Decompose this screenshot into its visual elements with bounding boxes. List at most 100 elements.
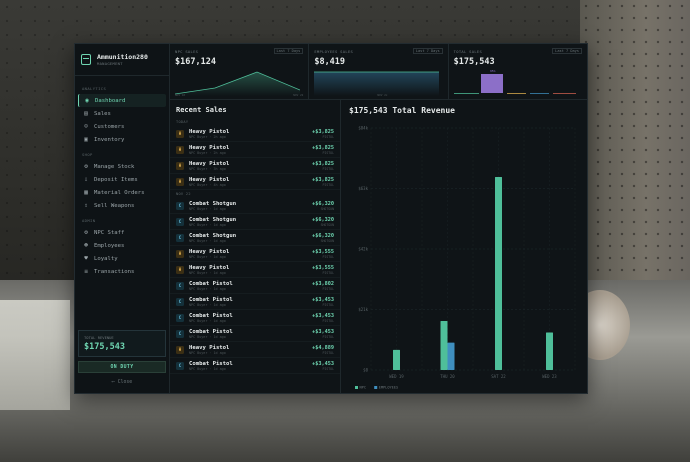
sale-amount: +$3,453 [312,296,334,303]
sale-category: PISTOL [322,166,334,171]
total-sales-bar-label: 95% [490,69,496,73]
sale-amount: +$3,825 [312,176,334,183]
sidebar-item-label: Sell Weapons [94,202,135,209]
total-revenue-value: $175,543 [84,342,125,352]
sale-amount: +$3,825 [312,160,334,167]
sidebar-item-deposit-items[interactable]: ⇩ Deposit Items [78,173,166,186]
total-sales-range[interactable]: Last 7 Days [552,48,582,54]
sidebar-item-employees[interactable]: ☻ Employees [78,239,166,252]
sale-amount: +$3,555 [312,264,334,271]
sales-group-label: TODAY [176,120,189,124]
sell-icon: ⇪ [84,202,88,209]
close-button[interactable]: ⟵ Close [78,377,166,387]
shotgun-icon: C [176,313,184,322]
bar-npc-sat-22 [495,176,502,370]
npc-sales-label: NPC SALES [175,48,199,54]
sale-category: PISTOL [322,182,334,187]
sidebar-nav: ANALYTICS ◉ Dashboard ▤ Sales ☺ Customers ▣ Inve… [75,76,169,326]
x-tick-label: WED 23 [542,374,557,379]
bar-npc-wed-19 [393,349,400,370]
pistol-icon: H [176,129,184,138]
employees-sales-range[interactable]: Last 7 Days [412,48,443,54]
sidebar-item-label: Material Orders [94,189,145,196]
sale-row[interactable]: C Combat Shotgun NPC Buyer · 1d ago +$6,320… [170,214,340,230]
sale-meta: NPC Buyer · 1d ago [189,254,226,259]
revenue-chart-title: $175,543 Total Revenue [349,106,455,115]
sale-meta: NPC Buyer · 1d ago [189,206,226,211]
shotgun-icon: C [176,297,184,306]
sale-row[interactable]: H Heavy Pistol NPC Buyer · 2h ago +$3,825 PI… [170,142,340,158]
sidebar-item-manage-stock[interactable]: ⚙ Manage Stock [78,160,166,173]
pistol-icon: H [176,265,184,274]
sidebar-item-npc-staff[interactable]: ⚙ NPC Staff [78,226,166,239]
sale-category: PISTOL [322,318,334,323]
sale-meta: NPC Buyer · 4h ago [189,182,226,187]
pistol-icon: H [176,145,184,154]
sidebar-item-customers[interactable]: ☺ Customers [78,120,166,133]
sale-category: PISTOL [322,270,334,275]
sale-category: PISTOL [322,334,334,339]
stats-row: NPC SALES Last 7 Days $167,124 NOV 18 NO… [170,44,587,100]
shotgun-icon: C [176,329,184,338]
sidebar-item-transactions[interactable]: ≡ Transactions [78,265,166,278]
recent-sales-title: Recent Sales [176,106,227,114]
npc-sales-range[interactable]: Last 7 Days [273,48,304,54]
sidebar-item-inventory[interactable]: ▣ Inventory [78,133,166,146]
sale-row[interactable]: H Heavy Pistol NPC Buyer · 4h ago +$3,825 PI… [170,174,340,190]
legend-label: NPC [360,386,367,390]
sale-row[interactable]: C Combat Pistol NPC Buyer · 1d ago +$3,453 P… [170,358,340,374]
sale-row[interactable]: C Combat Shotgun NPC Buyer · 1d ago +$6,320… [170,230,340,246]
on-duty-button[interactable]: ON DUTY [78,361,166,373]
sidebar-item-sales[interactable]: ▤ Sales [78,107,166,120]
sale-row[interactable]: C Combat Pistol NPC Buyer · 1d ago +$3,453 P… [170,310,340,326]
x-tick-label: THU 20 [440,374,455,379]
total-sales-label: TOTAL SALES [453,48,483,54]
sidebar-item-label: Dashboard [95,97,126,104]
total-sales-card: TOTAL SALES Last 7 Days $175,543 95% [449,44,587,99]
sale-amount: +$6,320 [312,232,334,239]
sidebar-item-material-orders[interactable]: ▦ Material Orders [78,186,166,199]
close-label: Close [117,379,133,385]
y-tick-label: $84k [358,126,368,131]
sale-amount: +$3,825 [312,144,334,151]
sidebar-item-label: Employees [94,242,125,249]
pistol-icon: H [176,345,184,354]
sidebar-item-dashboard[interactable]: ◉ Dashboard [78,94,166,107]
sale-category: PISTOL [322,134,334,139]
employees-icon: ☻ [84,242,88,249]
sale-row[interactable]: H Heavy Pistol NPC Buyer · 1d ago +$3,555 PI… [170,262,340,278]
legend-swatch [374,386,378,389]
sale-row[interactable]: C Combat Shotgun NPC Buyer · 1d ago +$6,320… [170,198,340,214]
npc-sales-sparkline [175,71,300,96]
sidebar-item-label: NPC Staff [94,229,125,236]
sale-category: PISTOL [322,366,334,371]
sale-row[interactable]: C Combat Pistol NPC Buyer · 1d ago +$3,802 P… [170,278,340,294]
sidebar-item-label: Inventory [94,136,125,143]
sale-category: PISTOL [322,286,334,291]
transactions-icon: ≡ [84,268,88,275]
sale-category: PISTOL [322,350,334,355]
sidebar-item-sell-weapons[interactable]: ⇪ Sell Weapons [78,199,166,212]
dashboard-window: Ammunition280 MANAGEMENT ANALYTICS ◉ Dashb… [74,43,588,394]
sale-row[interactable]: C Combat Pistol NPC Buyer · 1d ago +$3,453 P… [170,326,340,342]
y-tick-label: $42k [358,247,368,252]
sale-row[interactable]: H Heavy Pistol NPC Buyer · 1d ago +$3,555 PI… [170,246,340,262]
sales-group-label: NOV 22 [176,192,191,196]
total-revenue-card: TOTAL REVENUE $175,543 [78,330,166,357]
sale-row[interactable]: H Heavy Pistol NPC Buyer · 3h ago +$3,825 PI… [170,158,340,174]
sale-row[interactable]: H Heavy Pistol NPC Buyer · 2h ago +$3,825 PI… [170,126,340,142]
npc-axis-end: NOV 22 [293,93,304,97]
sale-category: PISTOL [322,254,334,259]
sale-row[interactable]: C Combat Pistol NPC Buyer · 1d ago +$3,453 P… [170,294,340,310]
sidebar-item-loyalty[interactable]: ♥ Loyalty [78,252,166,265]
shotgun-icon: C [176,281,184,290]
total-sales-bar-main [480,74,503,93]
employees-sales-label: EMPLOYEES SALES [314,48,354,54]
sale-meta: NPC Buyer · 1d ago [189,334,226,339]
pistol-icon: H [176,177,184,186]
sale-row[interactable]: H Heavy Pistol NPC Buyer · 1d ago +$4,889 PI… [170,342,340,358]
legend-label: EMPLOYEES [379,386,398,390]
app-subtitle: MANAGEMENT [97,61,123,66]
sale-amount: +$3,555 [312,248,334,255]
sale-meta: NPC Buyer · 1d ago [189,286,226,291]
